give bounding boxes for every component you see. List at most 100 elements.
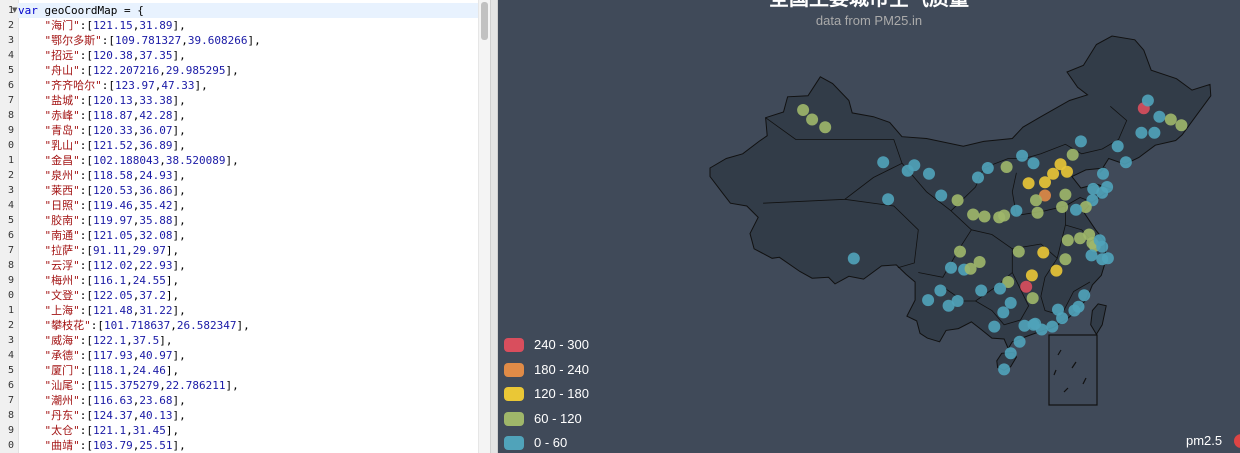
pane-resize-handle[interactable] (490, 0, 498, 453)
city-point[interactable] (1013, 335, 1026, 348)
city-point[interactable] (1020, 280, 1033, 293)
city-point[interactable] (988, 320, 1001, 333)
city-point[interactable] (1004, 296, 1017, 309)
city-point[interactable] (981, 162, 994, 174)
city-point[interactable] (1119, 156, 1132, 169)
code-line[interactable]: "威海":[122.1,37.5], (18, 333, 478, 348)
code-line[interactable]: "潮州":[116.63,23.68], (18, 393, 478, 408)
city-point[interactable] (1059, 253, 1072, 266)
code-editor[interactable]: 1 ▼ 2 3 4 5 6 7 8 9 0 1 2 3 4 5 6 7 8 9 0 1 2 3 4 5 6 7 8 9 0 var geoC… (0, 0, 490, 453)
city-point[interactable] (998, 363, 1011, 376)
city-point[interactable] (1101, 181, 1114, 193)
city-point[interactable] (1175, 119, 1188, 132)
city-point[interactable] (1004, 347, 1017, 360)
city-point[interactable] (1056, 201, 1069, 213)
city-point[interactable] (997, 306, 1010, 319)
code-line[interactable]: "招远":[120.38,37.35], (18, 48, 478, 63)
code-line[interactable]: "鄂尔多斯":[109.781327,39.608266], (18, 33, 478, 48)
city-point[interactable] (951, 295, 964, 307)
city-point[interactable] (951, 194, 964, 207)
city-point[interactable] (1135, 126, 1148, 139)
city-point[interactable] (797, 104, 810, 116)
city-point[interactable] (972, 171, 984, 184)
city-point[interactable] (998, 209, 1011, 222)
code-line[interactable]: "拉萨":[91.11,29.97], (18, 243, 478, 258)
city-point[interactable] (908, 159, 921, 172)
code-line[interactable]: "青岛":[120.33,36.07], (18, 123, 478, 138)
city-point[interactable] (877, 156, 890, 169)
code-line[interactable]: "盐城":[120.13,33.38], (18, 93, 478, 108)
city-point[interactable] (1148, 126, 1161, 139)
code-line[interactable]: "太仓":[121.1,31.45], (18, 423, 478, 438)
code-line[interactable]: "曲靖":[103.79,25.51], (18, 438, 478, 453)
city-point[interactable] (1061, 165, 1073, 178)
city-point[interactable] (934, 284, 947, 297)
city-point[interactable] (978, 210, 991, 223)
code-line[interactable]: "金昌":[102.188043,38.520089], (18, 153, 478, 168)
city-point[interactable] (1066, 148, 1079, 161)
city-point[interactable] (1031, 206, 1044, 219)
city-point[interactable] (1047, 167, 1060, 180)
city-point[interactable] (923, 167, 935, 180)
code-line[interactable]: "攀枝花":[101.718637,26.582347], (18, 318, 478, 333)
city-point[interactable] (954, 245, 966, 258)
fold-arrow-icon[interactable]: ▼ (12, 3, 17, 18)
city-point[interactable] (994, 282, 1006, 295)
code-line[interactable]: "海门":[121.15,31.89], (18, 18, 478, 33)
city-point[interactable] (922, 294, 935, 307)
code-line[interactable]: "南通":[121.05,32.08], (18, 228, 478, 243)
city-point[interactable] (975, 284, 988, 297)
city-point[interactable] (964, 262, 977, 275)
city-point[interactable] (1111, 140, 1124, 153)
city-point[interactable] (1097, 167, 1109, 180)
city-point[interactable] (1050, 264, 1063, 277)
city-point[interactable] (1056, 312, 1069, 325)
code-line[interactable]: var geoCoordMap = { (18, 3, 478, 18)
city-point[interactable] (882, 193, 895, 206)
city-point[interactable] (847, 252, 860, 265)
city-point[interactable] (1046, 320, 1059, 333)
city-point[interactable] (967, 208, 980, 221)
city-point[interactable] (1025, 269, 1038, 282)
code-line[interactable]: "丹东":[124.37,40.13], (18, 408, 478, 423)
city-point[interactable] (1070, 203, 1082, 216)
city-point[interactable] (1093, 234, 1106, 247)
city-point[interactable] (1141, 94, 1154, 107)
code-line[interactable]: "上海":[121.48,31.22], (18, 303, 478, 318)
code-line[interactable]: "文登":[122.05,37.2], (18, 288, 478, 303)
code-line[interactable]: "胶南":[119.97,35.88], (18, 213, 478, 228)
city-point[interactable] (935, 189, 948, 202)
city-point[interactable] (1164, 113, 1177, 126)
city-point[interactable] (1072, 300, 1085, 313)
code-line[interactable]: "梅州":[116.1,24.55], (18, 273, 478, 288)
city-point[interactable] (1026, 292, 1039, 305)
city-point[interactable] (1037, 246, 1050, 259)
city-point[interactable] (1016, 149, 1029, 162)
code-line[interactable]: "莱西":[120.53,36.86], (18, 183, 478, 198)
city-point[interactable] (1022, 177, 1035, 190)
code-area[interactable]: var geoCoordMap = { "海门":[121.15,31.89],… (18, 0, 478, 453)
series-legend-label[interactable]: pm2.5 (1186, 433, 1222, 448)
code-line[interactable]: "泉州":[118.58,24.93], (18, 168, 478, 183)
city-point[interactable] (819, 121, 832, 134)
city-point[interactable] (1059, 188, 1072, 201)
code-line[interactable]: "齐齐哈尔":[123.97,47.33], (18, 78, 478, 93)
city-point[interactable] (1018, 319, 1031, 332)
city-point[interactable] (1078, 289, 1091, 302)
editor-scrollbar[interactable] (478, 0, 490, 453)
code-line[interactable]: "舟山":[122.207216,29.985295], (18, 63, 478, 78)
code-line[interactable]: "承德":[117.93,40.97], (18, 348, 478, 363)
scrollbar-thumb[interactable] (481, 2, 488, 40)
code-line[interactable]: "日照":[119.46,35.42], (18, 198, 478, 213)
city-point[interactable] (1074, 135, 1087, 148)
city-point[interactable] (1030, 194, 1042, 207)
code-line[interactable]: "汕尾":[115.375279,22.786211], (18, 378, 478, 393)
city-point[interactable] (1085, 249, 1098, 262)
city-point[interactable] (1061, 234, 1074, 247)
city-point[interactable] (806, 113, 819, 126)
city-point[interactable] (1153, 110, 1166, 123)
city-point[interactable] (1027, 157, 1040, 170)
code-line[interactable]: "云浮":[112.02,22.93], (18, 258, 478, 273)
code-line[interactable]: "乳山":[121.52,36.89], (18, 138, 478, 153)
city-point[interactable] (1000, 161, 1013, 173)
